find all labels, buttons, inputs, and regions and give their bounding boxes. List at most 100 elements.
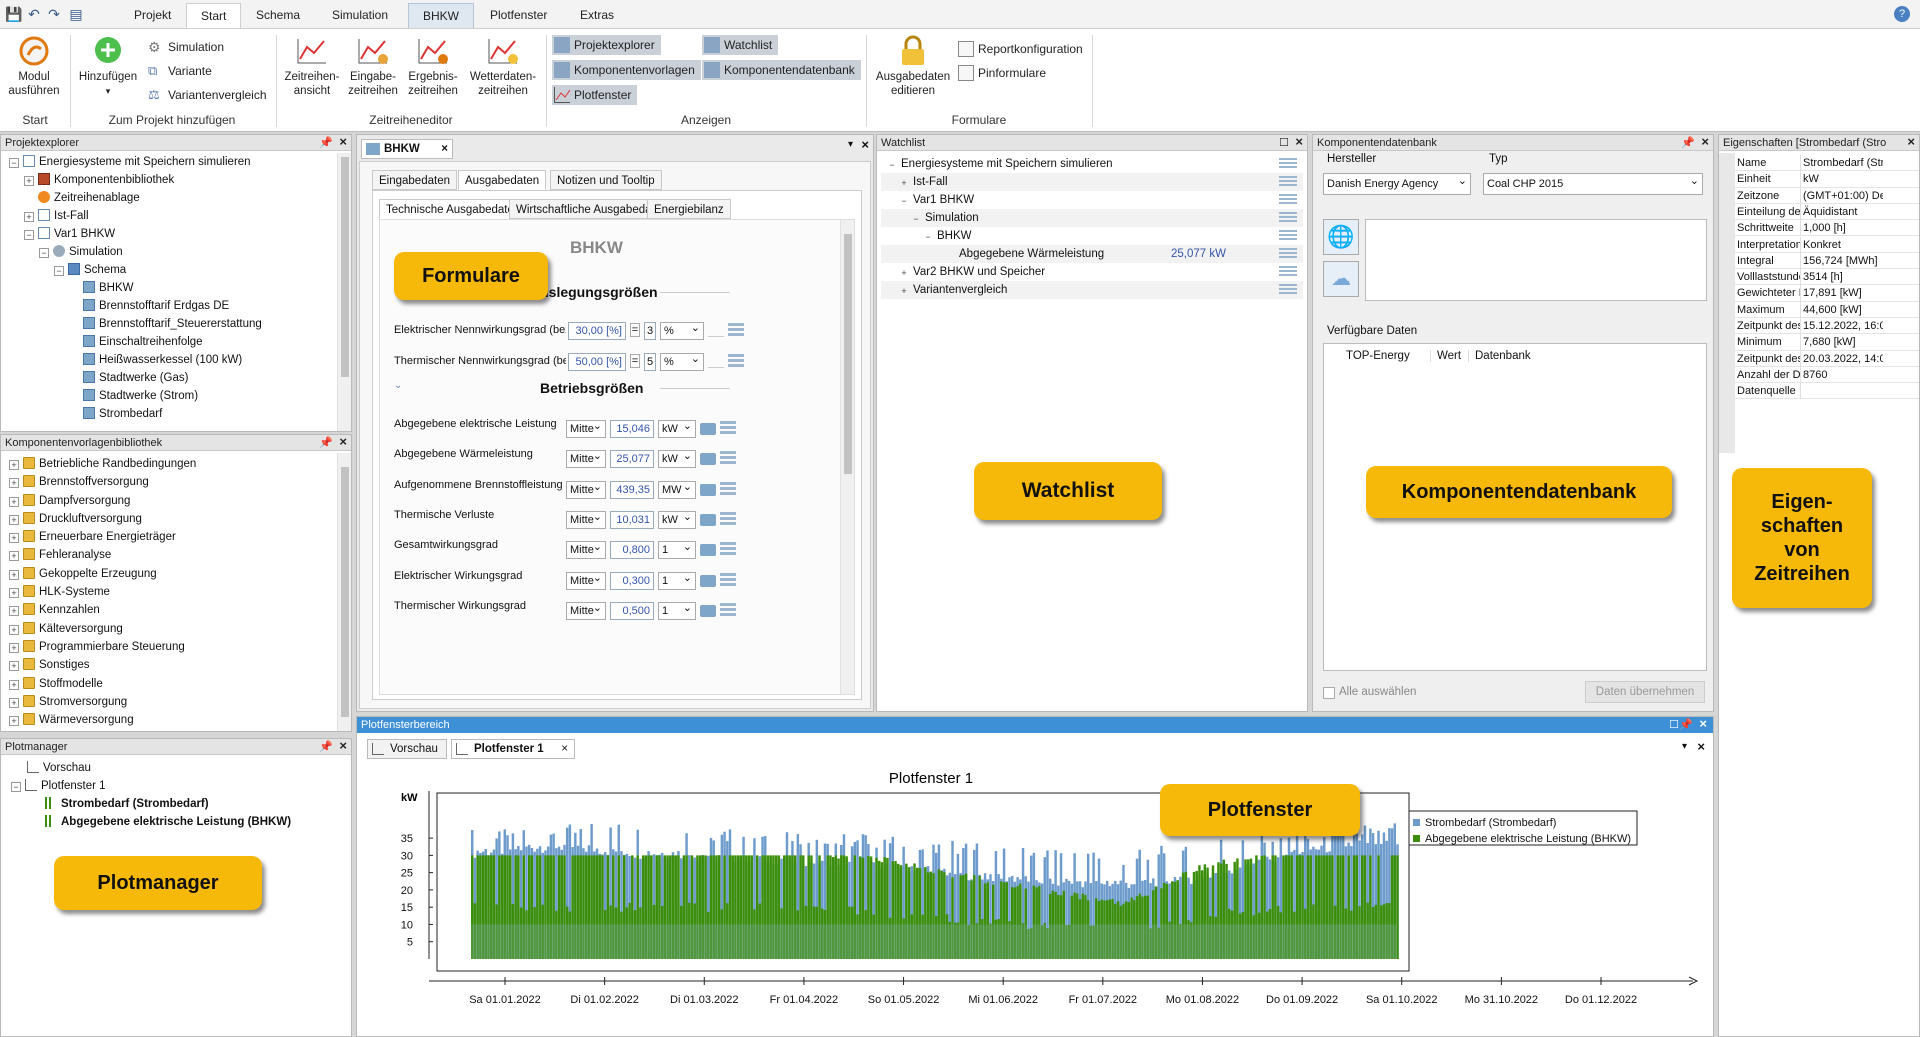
unit-select[interactable]: % <box>660 353 704 371</box>
subtab-technische[interactable]: Technische Ausgabedaten <box>379 199 528 219</box>
op-value-field[interactable]: 0,500 <box>610 601 654 620</box>
tree-item[interactable]: Stadtwerke (Strom) <box>1 387 337 405</box>
list-icon[interactable] <box>1279 212 1297 214</box>
expand-icon[interactable]: + <box>9 716 19 727</box>
digits-field[interactable]: 3 <box>644 322 656 340</box>
tab-notizen[interactable]: Notizen und Tooltip <box>550 170 662 190</box>
collapse-icon[interactable]: − <box>39 248 49 258</box>
aggregation-select[interactable]: Mitte <box>566 541 606 560</box>
design-value-field[interactable]: 30,00 [%] <box>568 322 626 340</box>
tree-item[interactable]: Strombedarf <box>1 405 337 423</box>
tab-vorschau[interactable]: Vorschau <box>367 739 447 759</box>
aggregation-select[interactable]: Mitte <box>566 450 606 469</box>
watchlist-row[interactable]: − Energiesysteme mit Speichern simulieren <box>881 155 1303 173</box>
close-icon[interactable]: × <box>1701 135 1709 150</box>
komponentendatenbank-toggle[interactable]: Komponentendatenbank <box>702 60 861 80</box>
tree-item-plotfenster1[interactable]: − Plotfenster 1 <box>11 777 291 795</box>
pin-icon[interactable]: 📌 <box>1679 717 1693 733</box>
watchlist-row[interactable]: + Var2 BHKW und Speicher <box>881 263 1303 281</box>
watchlist-row[interactable]: − Var1 BHKW <box>881 191 1303 209</box>
list-icon[interactable] <box>1279 176 1297 178</box>
tree-item-vorschau[interactable]: Vorschau <box>11 759 291 777</box>
variantenvergleich-button[interactable]: ⚖ Variantenvergleich <box>146 85 267 105</box>
expand-icon[interactable]: + <box>9 679 19 690</box>
scrollbar[interactable] <box>337 453 351 731</box>
col-top-energy[interactable]: TOP-Energy <box>1346 350 1410 362</box>
zeitreihenansicht-button[interactable]: Zeitreihen- ansicht <box>282 35 342 98</box>
op-value-field[interactable]: 439,35 <box>610 480 654 499</box>
close-icon[interactable]: × <box>441 140 448 158</box>
help-icon[interactable]: ? <box>1894 6 1910 22</box>
list-icon[interactable] <box>1279 230 1297 232</box>
expand-icon[interactable]: + <box>899 179 909 189</box>
tab-plotfenster1[interactable]: Plotfenster 1 × <box>451 739 575 759</box>
expand-icon[interactable]: + <box>899 269 909 279</box>
close-icon[interactable]: × <box>339 435 347 450</box>
tree-item[interactable]: BHKW <box>1 279 337 297</box>
chart-pin-icons[interactable] <box>700 602 738 620</box>
folder-item[interactable]: + Wärmeversorgung <box>1 711 337 729</box>
tab-bhkw[interactable]: BHKW <box>408 3 474 28</box>
pin-icon[interactable]: 📌 <box>319 739 333 754</box>
pinformulare-button[interactable]: Pinformulare <box>956 63 1046 83</box>
aggregation-select[interactable]: Mitte <box>566 480 606 499</box>
tree-item[interactable]: − Var1 BHKW <box>1 225 337 243</box>
unit-select[interactable]: kW <box>658 420 696 438</box>
folder-item[interactable]: + Sonstiges <box>1 656 337 674</box>
list-icon[interactable] <box>1279 248 1297 250</box>
eingabezeitreihen-button[interactable]: Eingabe- zeitreihen <box>344 35 402 98</box>
pin-icon[interactable]: 📌 <box>1681 135 1695 150</box>
collapse-icon[interactable]: − <box>923 233 933 243</box>
col-datenbank[interactable]: Datenbank <box>1468 350 1531 362</box>
aggregation-select[interactable]: Mitte <box>566 601 606 620</box>
folder-item[interactable]: + Erneuerbare Energieträger <box>1 528 337 546</box>
folder-item[interactable]: + Stromversorgung <box>1 693 337 711</box>
property-row[interactable]: Schrittweite 1,000 [h] <box>1735 220 1919 237</box>
close-icon[interactable]: × <box>339 739 347 754</box>
doc-tab-bhkw[interactable]: BHKW × <box>361 139 453 159</box>
unit-select[interactable]: MW <box>658 480 696 499</box>
globe-search-icon[interactable]: 🌐 <box>1323 219 1359 255</box>
digits-field[interactable]: 5 <box>644 353 656 371</box>
folder-item[interactable]: + Kennzahlen <box>1 601 337 619</box>
tree-item[interactable]: + Ist-Fall <box>1 207 337 225</box>
property-row[interactable]: Datenquelle <box>1735 383 1919 400</box>
expand-icon[interactable]: + <box>9 569 19 580</box>
plot-chart[interactable]: Plotfenster 1 kW 5 10 15 20 25 30 35 Sa 01.01.202… <box>357 761 1713 1037</box>
list-icon[interactable] <box>1279 194 1297 196</box>
expand-icon[interactable]: + <box>24 176 34 186</box>
undo-icon[interactable]: ↶ <box>24 4 44 24</box>
property-row[interactable]: Anzahl der Dat8760 <box>1735 366 1919 384</box>
cloud-icon[interactable]: ☁ <box>1323 261 1359 297</box>
subtab-energiebilanz[interactable]: Energiebilanz <box>647 199 731 219</box>
collapse-icon[interactable]: − <box>54 266 64 276</box>
tab-extras[interactable]: Extras <box>566 3 628 28</box>
wetterdatenzeitreihen-button[interactable]: Wetterdaten- zeitreihen <box>466 35 540 98</box>
expand-icon[interactable]: + <box>9 642 19 653</box>
expand-icon[interactable]: + <box>24 212 34 222</box>
chart-pin-icons[interactable] <box>700 420 738 438</box>
tab-start[interactable]: Start <box>186 3 242 28</box>
variante-button[interactable]: ⧉ Variante <box>146 61 212 81</box>
unit-select[interactable]: kW <box>658 510 696 529</box>
property-row[interactable]: Minimum 7,680 [kW] <box>1735 334 1919 351</box>
op-value-field[interactable]: 15,046 <box>610 420 654 438</box>
dropdown-icon[interactable]: ▾ <box>848 139 853 150</box>
collapse-icon[interactable]: − <box>887 161 897 171</box>
op-value-field[interactable]: 25,077 <box>610 450 654 469</box>
modul-ausfuehren-button[interactable]: Modul ausführen <box>6 35 62 98</box>
ergebniszeitreihen-button[interactable]: Ergebnis- zeitreihen <box>404 35 462 98</box>
close-icon[interactable]: × <box>1907 135 1915 150</box>
chart-pin-icons[interactable] <box>700 450 738 468</box>
tree-item[interactable]: + Komponentenbibliothek <box>1 171 337 189</box>
chart-pin-icons[interactable] <box>700 572 738 590</box>
property-row[interactable]: Zeitpunkt des20.03.2022, 14:00:( <box>1735 350 1919 367</box>
tab-eingabedaten[interactable]: Eingabedaten <box>372 170 457 190</box>
chart-pin-icons[interactable] <box>700 541 738 559</box>
scrollbar[interactable] <box>337 153 351 431</box>
property-row[interactable]: Zeitzone(GMT+01:00) Deu <box>1735 187 1919 204</box>
tab-ausgabedaten[interactable]: Ausgabedaten <box>458 170 547 190</box>
folder-item[interactable]: + Gekoppelte Erzeugung <box>1 565 337 583</box>
maximize-icon[interactable]: ☐ <box>1669 717 1679 733</box>
chart-pin-icons[interactable] <box>708 353 746 371</box>
